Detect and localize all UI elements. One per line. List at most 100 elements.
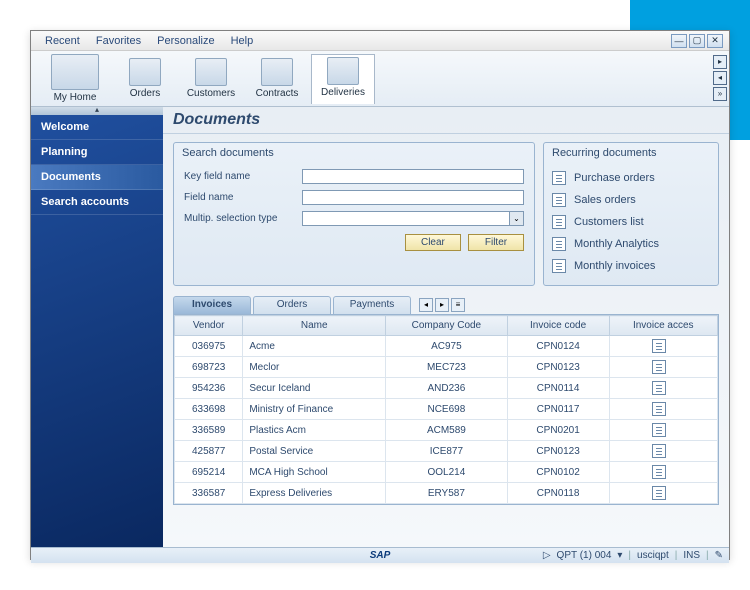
cell-vendor: 336589 <box>175 420 243 441</box>
clear-button[interactable]: Clear <box>405 234 461 251</box>
label-key-field: Key field name <box>184 171 302 182</box>
sidebar-item-planning[interactable]: Planning <box>31 140 163 165</box>
table-row[interactable]: 425877Postal ServiceICE877CPN0123 <box>175 441 718 462</box>
maximize-icon[interactable]: ▢ <box>689 34 705 48</box>
cell-company: AND236 <box>386 378 508 399</box>
cell-company: ACM589 <box>386 420 508 441</box>
document-icon <box>652 339 666 353</box>
document-icon <box>652 423 666 437</box>
sidebar-item-search-accounts[interactable]: Search accounts <box>31 190 163 215</box>
tab-orders[interactable]: Orders <box>253 296 331 314</box>
nav-right-icon[interactable]: ▸ <box>713 55 727 69</box>
cell-invoice: CPN0118 <box>507 483 609 504</box>
column-header[interactable]: Name <box>243 316 386 336</box>
tool-customers[interactable]: Customers <box>179 56 243 101</box>
input-multi-sel[interactable] <box>302 211 510 226</box>
cell-invoice: CPN0102 <box>507 462 609 483</box>
tab-prev-icon[interactable]: ◂ <box>419 298 433 312</box>
recurring-item[interactable]: Sales orders <box>552 189 710 211</box>
recurring-item-label: Monthly invoices <box>574 260 655 272</box>
menubar: Recent Favorites Personalize Help — ▢ ✕ <box>31 31 729 51</box>
tool-myhome[interactable]: My Home <box>39 52 111 105</box>
recurring-title: Recurring documents <box>544 143 718 163</box>
cell-vendor: 954236 <box>175 378 243 399</box>
label-multi-sel: Multip. selection type <box>184 213 302 224</box>
cell-vendor: 336587 <box>175 483 243 504</box>
folder-icon <box>261 58 293 86</box>
sidebar: ▴ Welcome Planning Documents Search acco… <box>31 107 163 547</box>
tab-payments[interactable]: Payments <box>333 296 411 314</box>
recurring-item[interactable]: Purchase orders <box>552 167 710 189</box>
table-row[interactable]: 336589Plastics AcmACM589CPN0201 <box>175 420 718 441</box>
tool-label: Orders <box>130 88 161 99</box>
document-icon <box>652 465 666 479</box>
nav-left-icon[interactable]: ◂ <box>713 71 727 85</box>
status-note-icon[interactable]: ✎ <box>715 550 723 561</box>
tool-deliveries[interactable]: Deliveries <box>311 54 375 104</box>
cell-vendor: 633698 <box>175 399 243 420</box>
toolbar-nav: ▸ ◂ » <box>713 55 727 103</box>
menu-recent[interactable]: Recent <box>37 33 88 49</box>
document-icon <box>552 193 566 207</box>
dropdown-icon[interactable]: ⌄ <box>510 211 524 226</box>
cell-company: NCE698 <box>386 399 508 420</box>
cell-access[interactable] <box>609 483 717 504</box>
cell-access[interactable] <box>609 441 717 462</box>
table-row[interactable]: 633698Ministry of FinanceNCE698CPN0117 <box>175 399 718 420</box>
tool-contracts[interactable]: Contracts <box>245 56 309 101</box>
menu-favorites[interactable]: Favorites <box>88 33 149 49</box>
filter-button[interactable]: Filter <box>468 234 524 251</box>
cell-access[interactable] <box>609 357 717 378</box>
nav-more-icon[interactable]: » <box>713 87 727 101</box>
tool-label: Contracts <box>256 88 299 99</box>
sidebar-item-welcome[interactable]: Welcome <box>31 115 163 140</box>
table-row[interactable]: 336587Express DeliveriesERY587CPN0118 <box>175 483 718 504</box>
home-icon <box>51 54 99 90</box>
column-header[interactable]: Invoice acces <box>609 316 717 336</box>
cell-access[interactable] <box>609 462 717 483</box>
table-row[interactable]: 698723MeclorMEC723CPN0123 <box>175 357 718 378</box>
cell-company: MEC723 <box>386 357 508 378</box>
tab-list-icon[interactable]: ≡ <box>451 298 465 312</box>
table-row[interactable]: 954236Secur IcelandAND236CPN0114 <box>175 378 718 399</box>
close-icon[interactable]: ✕ <box>707 34 723 48</box>
recurring-item[interactable]: Monthly Analytics <box>552 233 710 255</box>
cell-access[interactable] <box>609 399 717 420</box>
recurring-item[interactable]: Customers list <box>552 211 710 233</box>
app-window: Recent Favorites Personalize Help — ▢ ✕ … <box>30 30 730 560</box>
column-header[interactable]: Vendor <box>175 316 243 336</box>
input-field-name[interactable] <box>302 190 524 205</box>
cell-access[interactable] <box>609 378 717 399</box>
cell-invoice: CPN0201 <box>507 420 609 441</box>
statusbar: SAP ▷ QPT (1) 004 ▾ | usciqpt | INS | ✎ <box>31 547 729 563</box>
tab-invoices[interactable]: Invoices <box>173 296 251 314</box>
sidebar-item-documents[interactable]: Documents <box>31 165 163 190</box>
status-dropdown-icon[interactable]: ▾ <box>617 550 622 561</box>
menu-help[interactable]: Help <box>223 33 262 49</box>
page-title: Documents <box>163 107 729 134</box>
cell-access[interactable] <box>609 420 717 441</box>
column-header[interactable]: Company Code <box>386 316 508 336</box>
minimize-icon[interactable]: — <box>671 34 687 48</box>
tool-label: Customers <box>187 88 235 99</box>
search-panel-title: Search documents <box>174 143 534 163</box>
column-header[interactable]: Invoice code <box>507 316 609 336</box>
search-panel: Search documents Key field name Field na… <box>173 142 535 286</box>
document-icon <box>652 486 666 500</box>
status-mode: INS <box>683 550 700 561</box>
cell-name: Express Deliveries <box>243 483 386 504</box>
data-grid: VendorNameCompany CodeInvoice codeInvoic… <box>173 314 719 505</box>
collapse-handle[interactable]: ▴ <box>31 107 163 115</box>
cell-name: MCA High School <box>243 462 386 483</box>
input-key-field[interactable] <box>302 169 524 184</box>
toolbar: My Home Orders Customers Contracts Deliv… <box>31 51 729 107</box>
cell-name: Plastics Acm <box>243 420 386 441</box>
recurring-item[interactable]: Monthly invoices <box>552 255 710 277</box>
cell-access[interactable] <box>609 336 717 357</box>
menu-personalize[interactable]: Personalize <box>149 33 222 49</box>
tab-next-icon[interactable]: ▸ <box>435 298 449 312</box>
table-row[interactable]: 036975AcmeAC975CPN0124 <box>175 336 718 357</box>
tool-orders[interactable]: Orders <box>113 56 177 101</box>
table-row[interactable]: 695214MCA High SchoolOOL214CPN0102 <box>175 462 718 483</box>
status-play-icon[interactable]: ▷ <box>543 550 551 561</box>
